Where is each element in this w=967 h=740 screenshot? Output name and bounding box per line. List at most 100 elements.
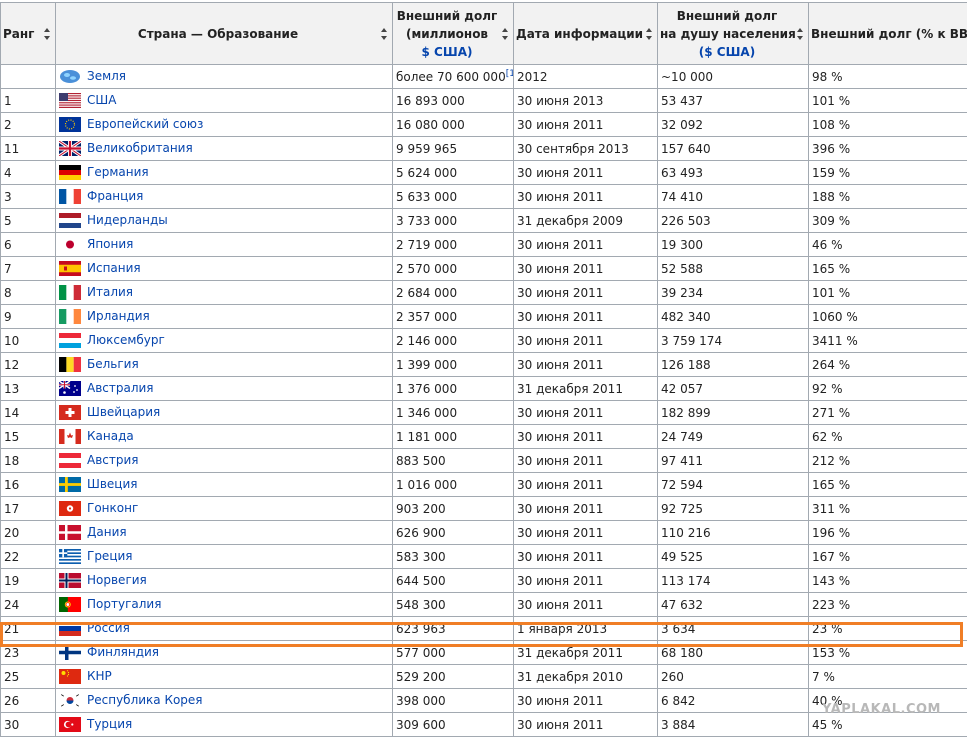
globe-icon[interactable] [59, 69, 81, 84]
cell-external-debt: 577 000 [392, 640, 514, 665]
japan-flag[interactable] [59, 237, 81, 252]
cell-date: 30 июня 2011 [513, 400, 658, 425]
column-header-debt[interactable]: Внешний долг (миллионов $ США) [392, 2, 514, 65]
finland-flag[interactable] [59, 645, 81, 660]
korea-flag[interactable] [59, 693, 81, 708]
norway-flag[interactable] [59, 573, 81, 588]
country-link[interactable]: Финляндия [87, 645, 159, 659]
country-link[interactable]: Канада [87, 429, 134, 443]
cell-country: Республика Корея [55, 688, 393, 713]
cell-external-debt: 529 200 [392, 664, 514, 689]
column-header-gdp[interactable]: Внешний долг (% к ВВП) [808, 2, 967, 65]
debt-value: 3 733 000 [396, 213, 458, 228]
cell-date: 30 июня 2011 [513, 688, 658, 713]
table-header-row: Ранг Страна — Образование Внешний долг (… [0, 2, 967, 65]
column-header-rank[interactable]: Ранг [0, 2, 56, 65]
denmark-flag[interactable] [59, 525, 81, 540]
country-link[interactable]: Гонконг [87, 501, 138, 515]
table-row: 2 Европейский союз 16 080 000 30 июня 2011 3… [0, 112, 967, 137]
footnote-link[interactable]: [1] [506, 69, 513, 79]
column-header-country[interactable]: Страна — Образование [55, 2, 393, 65]
eu-flag[interactable] [59, 117, 81, 132]
usd-link[interactable]: $ США) [422, 45, 473, 59]
cell-country: Швеция [55, 472, 393, 497]
country-link[interactable]: Европейский союз [87, 117, 203, 131]
belgium-flag[interactable] [59, 357, 81, 372]
cell-country: Европейский союз [55, 112, 393, 137]
country-link[interactable]: Австрия [87, 453, 139, 467]
china-flag[interactable] [59, 669, 81, 684]
cell-rank: 18 [0, 448, 56, 473]
ireland-flag[interactable] [59, 309, 81, 324]
country-link[interactable]: Ирландия [87, 309, 150, 323]
country-link[interactable]: Швейцария [87, 405, 160, 419]
cell-per-capita: 32 092 [657, 112, 809, 137]
uk-flag[interactable] [59, 141, 81, 156]
cell-rank: 9 [0, 304, 56, 329]
country-link[interactable]: КНР [87, 669, 112, 683]
sort-icon[interactable] [44, 27, 51, 40]
cell-gdp-percent: 159 % [808, 160, 967, 185]
country-link[interactable]: Турция [87, 717, 132, 731]
table-row: 12 Бельгия 1 399 000 30 июня 2011 126 188 264… [0, 352, 967, 377]
country-link[interactable]: Франция [87, 189, 143, 203]
sort-icon[interactable] [502, 27, 509, 40]
country-link[interactable]: Швеция [87, 477, 137, 491]
cell-country: Австралия [55, 376, 393, 401]
italy-flag[interactable] [59, 285, 81, 300]
usa-flag[interactable] [59, 93, 81, 108]
cell-gdp-percent: 23 % [808, 616, 967, 641]
usd-link[interactable]: ($ США) [699, 45, 755, 59]
turkey-flag[interactable] [59, 717, 81, 732]
country-link[interactable]: Бельгия [87, 357, 139, 371]
debt-value: 309 600 [396, 717, 446, 732]
france-flag[interactable] [59, 189, 81, 204]
sort-icon[interactable] [381, 27, 388, 40]
country-link[interactable]: Португалия [87, 597, 161, 611]
country-link[interactable]: Норвегия [87, 573, 147, 587]
cell-country: Бельгия [55, 352, 393, 377]
cell-per-capita: 53 437 [657, 88, 809, 113]
spain-flag[interactable] [59, 261, 81, 276]
column-header-date[interactable]: Дата информации [513, 2, 658, 65]
sort-icon[interactable] [797, 27, 804, 40]
cell-gdp-percent: 92 % [808, 376, 967, 401]
switzerland-flag[interactable] [59, 405, 81, 420]
austria-flag[interactable] [59, 453, 81, 468]
country-link[interactable]: Италия [87, 285, 133, 299]
cell-per-capita: 47 632 [657, 592, 809, 617]
canada-flag[interactable] [59, 429, 81, 444]
cell-per-capita: 24 749 [657, 424, 809, 449]
netherlands-flag[interactable] [59, 213, 81, 228]
country-link[interactable]: Греция [87, 549, 133, 563]
country-link[interactable]: Россия [87, 621, 130, 635]
table-row: 9 Ирландия 2 357 000 30 июня 2011 482 340 106… [0, 304, 967, 329]
cell-rank: 24 [0, 592, 56, 617]
portugal-flag[interactable] [59, 597, 81, 612]
column-header-per-capita[interactable]: Внешний долг на душу населения ($ США) [657, 2, 809, 65]
country-link[interactable]: Нидерланды [87, 213, 168, 227]
country-link[interactable]: Люксембург [87, 333, 165, 347]
russia-flag[interactable] [59, 621, 81, 636]
luxembourg-flag[interactable] [59, 333, 81, 348]
table-row: 22 Греция 583 300 30 июня 2011 49 525 167 % [0, 544, 967, 569]
hongkong-flag[interactable] [59, 501, 81, 516]
country-link[interactable]: Австралия [87, 381, 154, 395]
sort-icon[interactable] [646, 27, 653, 40]
country-link[interactable]: Дания [87, 525, 127, 539]
country-link[interactable]: Великобритания [87, 141, 193, 155]
sweden-flag[interactable] [59, 477, 81, 492]
country-link[interactable]: Германия [87, 165, 149, 179]
cell-date: 30 июня 2011 [513, 160, 658, 185]
cell-date: 30 июня 2011 [513, 232, 658, 257]
cell-per-capita: 3 759 174 [657, 328, 809, 353]
country-link[interactable]: Япония [87, 237, 133, 251]
country-link[interactable]: Земля [87, 69, 126, 83]
country-link[interactable]: США [87, 93, 116, 107]
country-link[interactable]: Республика Корея [87, 693, 203, 707]
germany-flag[interactable] [59, 165, 81, 180]
cell-rank: 6 [0, 232, 56, 257]
australia-flag[interactable] [59, 381, 81, 396]
greece-flag[interactable] [59, 549, 81, 564]
country-link[interactable]: Испания [87, 261, 141, 275]
